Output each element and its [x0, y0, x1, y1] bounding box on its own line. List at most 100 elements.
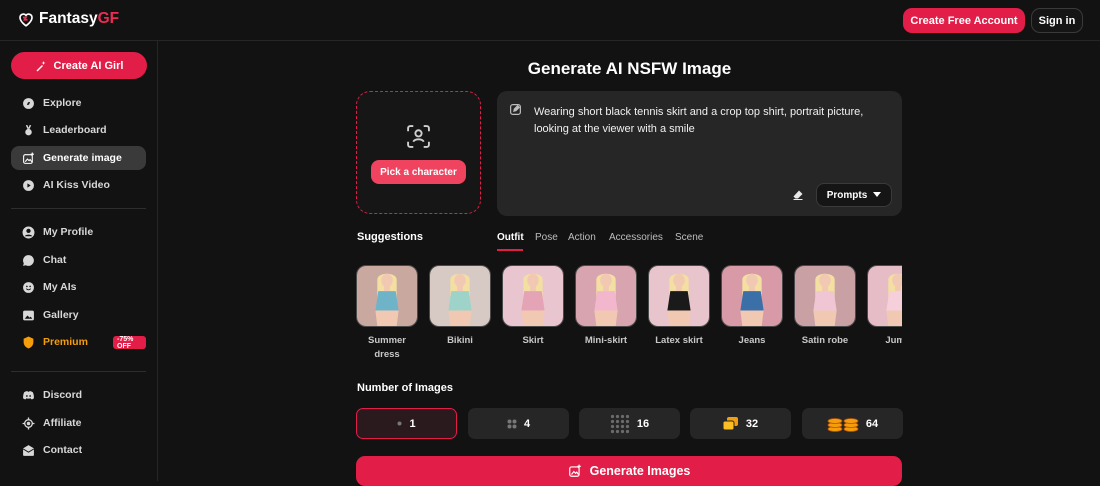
four-dots-icon	[507, 419, 517, 429]
suggestion-label: Bikini	[447, 335, 473, 346]
count-option-16[interactable]: 16	[579, 408, 680, 439]
image-plus-icon	[22, 152, 35, 165]
prompt-textarea[interactable]: Wearing short black tennis skirt and a c…	[497, 91, 902, 216]
suggestion-thumbnail	[356, 265, 418, 327]
sidebar-item-label: Chat	[43, 254, 67, 266]
sidebar-item-gallery[interactable]: Gallery	[11, 303, 146, 327]
suggestion-label: Skirt	[522, 335, 544, 346]
suggestion-thumbnail	[648, 265, 710, 327]
sidebar-item-label: Leaderboard	[43, 124, 107, 136]
suggestion-thumbnail	[867, 265, 902, 327]
sidebar-item-generate-image[interactable]: Generate image	[11, 146, 146, 170]
count-value: 16	[636, 417, 650, 430]
sidebar-item-label: Discord	[43, 389, 83, 401]
sidebar-item-leaderboard[interactable]: Leaderboard	[11, 118, 146, 142]
sidebar-divider	[11, 371, 146, 372]
prompt-text[interactable]: Wearing short black tennis skirt and a c…	[534, 104, 879, 138]
compass-icon	[22, 97, 35, 110]
eraser-icon[interactable]	[792, 189, 804, 201]
prompts-label: Prompts	[826, 189, 868, 201]
count-value: 32	[745, 417, 759, 430]
sidebar-item-my-profile[interactable]: My Profile	[11, 220, 146, 244]
sidebar-item-label: Contact	[43, 444, 83, 456]
medal-icon	[22, 124, 35, 137]
count-option-4[interactable]: 4	[468, 408, 569, 439]
suggestions-carousel[interactable]: Summer dress Bikini Skirt Mini-skirt Latex s…	[356, 265, 902, 365]
magic-wand-icon	[36, 60, 46, 71]
sidebar-item-contact[interactable]: Contact	[11, 438, 146, 462]
chat-icon	[22, 254, 35, 267]
user-icon	[22, 226, 35, 239]
count-option-64[interactable]: 64	[802, 408, 903, 439]
create-ai-girl-label: Create AI Girl	[53, 59, 124, 72]
suggestion-item[interactable]: Jump	[867, 265, 902, 348]
suggestion-label: Mini-skirt	[584, 335, 628, 346]
logo-accent: GF	[97, 10, 120, 27]
sidebar-item-my-ais[interactable]: My AIs	[11, 275, 146, 299]
tab-pose[interactable]: Pose	[535, 232, 558, 243]
sidebar-item-chat[interactable]: Chat	[11, 248, 146, 272]
count-value: 1	[409, 417, 416, 430]
suggestion-label: Jeans	[738, 335, 766, 346]
mail-icon	[22, 444, 35, 457]
suggestion-label: Latex skirt	[655, 335, 703, 346]
suggestions-title: Suggestions	[357, 231, 424, 243]
suggestion-thumbnail	[575, 265, 637, 327]
suggestion-item[interactable]: Summer dress	[356, 265, 418, 362]
page-title: Generate AI NSFW Image	[527, 59, 732, 78]
suggestion-item[interactable]: Latex skirt	[648, 265, 710, 348]
sidebar-item-label: AI Kiss Video	[43, 179, 110, 191]
sidebar-item-label: My Profile	[43, 226, 94, 238]
tab-accessories[interactable]: Accessories	[609, 232, 663, 243]
active-tab-indicator	[497, 249, 523, 251]
target-icon	[22, 417, 35, 430]
suggestion-item[interactable]: Mini-skirt	[575, 265, 637, 348]
create-account-button[interactable]: Create Free Account	[903, 8, 1025, 33]
count-value: 4	[523, 417, 531, 430]
number-of-images-title: Number of Images	[357, 382, 453, 394]
sidebar-item-label: Explore	[43, 97, 82, 109]
sidebar-item-label: Premium	[43, 336, 88, 348]
sidebar-item-premium[interactable]: Premium -75% OFF	[11, 330, 146, 354]
count-option-32[interactable]: 32	[690, 408, 791, 439]
tab-outfit[interactable]: Outfit	[497, 232, 524, 243]
smile-icon	[22, 281, 35, 294]
sidebar-item-explore[interactable]: Explore	[11, 91, 146, 115]
pick-character-button[interactable]: Pick a character	[371, 160, 466, 184]
person-scan-icon	[407, 125, 430, 148]
character-picker[interactable]: Pick a character	[356, 91, 481, 214]
suggestion-item[interactable]: Bikini	[429, 265, 491, 348]
edit-icon	[510, 104, 521, 115]
suggestion-thumbnail	[721, 265, 783, 327]
sidebar-item-affiliate[interactable]: Affiliate	[11, 411, 146, 435]
heart-logo-icon	[19, 13, 33, 27]
sidebar-divider	[11, 208, 146, 209]
logo[interactable]: Fantasy GF	[17, 10, 119, 28]
sidebar: Create AI Girl Explore Leaderboard Gener…	[0, 41, 158, 481]
count-option-1[interactable]: 1	[356, 408, 457, 439]
count-value: 64	[865, 417, 879, 430]
sidebar-item-ai-kiss-video[interactable]: AI Kiss Video	[11, 173, 146, 197]
generate-images-label: Generate Images	[589, 464, 691, 478]
coin-stacks-icon	[827, 416, 859, 432]
logo-text: Fantasy	[39, 10, 98, 27]
suggestion-label: Jump	[885, 335, 902, 346]
signin-button[interactable]: Sign in	[1031, 8, 1083, 33]
suggestion-item[interactable]: Skirt	[502, 265, 564, 348]
image-plus-icon	[568, 464, 581, 477]
generate-images-button[interactable]: Generate Images	[356, 456, 902, 486]
shield-icon	[22, 336, 35, 349]
create-ai-girl-button[interactable]: Create AI Girl	[11, 52, 147, 79]
sidebar-item-label: Affiliate	[43, 417, 82, 429]
sidebar-item-label: Gallery	[43, 309, 79, 321]
suggestion-label: Summer dress	[367, 335, 406, 360]
suggestion-thumbnail	[502, 265, 564, 327]
suggestion-item[interactable]: Jeans	[721, 265, 783, 348]
discount-badge: -75% OFF	[113, 336, 146, 350]
tab-scene[interactable]: Scene	[675, 232, 703, 243]
tab-action[interactable]: Action	[568, 232, 596, 243]
gallery-icon	[22, 309, 35, 322]
prompts-dropdown[interactable]: Prompts	[816, 183, 892, 207]
sidebar-item-discord[interactable]: Discord	[11, 383, 146, 407]
suggestion-item[interactable]: Satin robe	[794, 265, 856, 348]
